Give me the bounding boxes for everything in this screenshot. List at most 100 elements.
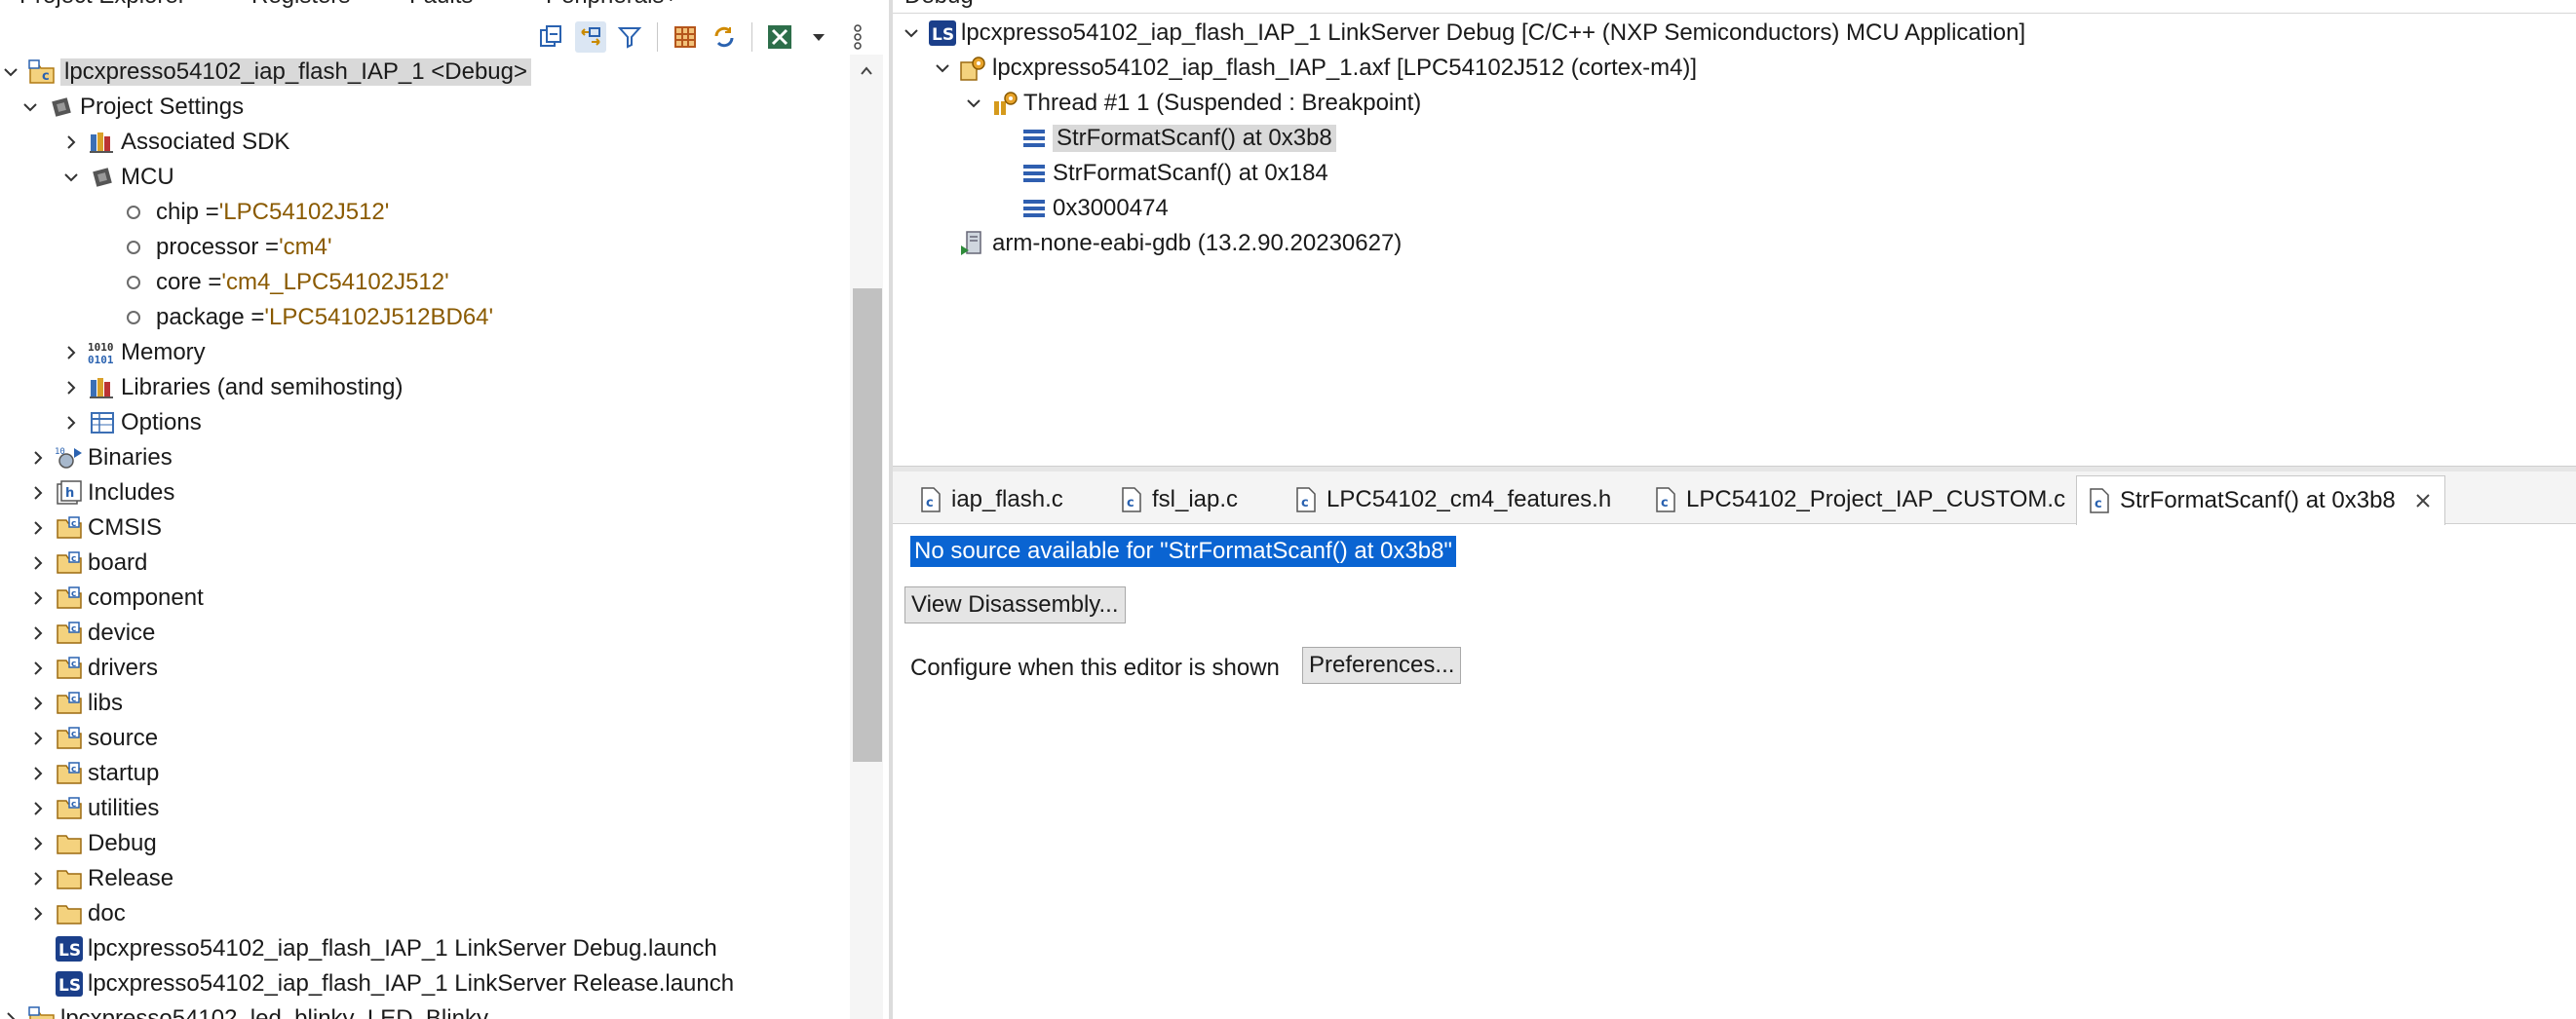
- stack-frame-item[interactable]: StrFormatScanf() at 0x3b8: [1019, 121, 1336, 156]
- tab-debug[interactable]: Debug: [904, 0, 974, 10]
- close-icon[interactable]: [2413, 491, 2433, 510]
- tree-item-libraries[interactable]: Libraries (and semihosting): [60, 370, 403, 405]
- tree-item-options[interactable]: Options: [60, 405, 202, 440]
- chevron-right-icon[interactable]: [27, 623, 49, 644]
- chevron-right-icon[interactable]: [27, 447, 49, 469]
- tree-item-includes[interactable]: h Includes: [27, 475, 174, 510]
- tree-item-label: lpcxpresso54102_iap_flash_IAP_1 LinkServ…: [88, 935, 717, 962]
- tree-item-associated-sdk[interactable]: Associated SDK: [60, 125, 289, 160]
- chevron-right-icon[interactable]: [27, 728, 49, 749]
- tab-peripherals[interactable]: Peripherals+: [546, 0, 677, 10]
- chevron-right-icon[interactable]: [27, 517, 49, 539]
- tree-item-utilities[interactable]: c utilities: [27, 791, 159, 826]
- collapse-all-icon[interactable]: [536, 21, 567, 53]
- tab-project-explorer[interactable]: Project Explorer: [19, 0, 186, 10]
- scrollbar-thumb[interactable]: [853, 288, 882, 762]
- mcu-settings-icon[interactable]: [764, 21, 795, 53]
- svg-text:c: c: [71, 765, 76, 774]
- chevron-down-icon[interactable]: [901, 22, 922, 44]
- source-folder-icon: c: [55, 795, 84, 822]
- tree-item-release-launch[interactable]: LS lpcxpresso54102_iap_flash_IAP_1 LinkS…: [55, 966, 734, 1001]
- chevron-right-icon[interactable]: [27, 763, 49, 784]
- chevron-down-icon[interactable]: [963, 93, 984, 114]
- chevron-down-icon[interactable]: [19, 96, 41, 118]
- tree-item-startup[interactable]: c startup: [27, 756, 159, 791]
- scroll-up-icon[interactable]: [850, 55, 883, 88]
- c-file-icon: c: [1121, 487, 1142, 512]
- tree-item-binaries[interactable]: 10 Binaries: [27, 440, 173, 475]
- debug-thread-item[interactable]: Thread #1 1 (Suspended : Breakpoint): [963, 86, 1421, 121]
- tree-item-drivers[interactable]: c drivers: [27, 651, 158, 686]
- tree-item-project-settings[interactable]: Project Settings: [19, 90, 244, 125]
- stack-frame-item[interactable]: 0x3000474: [1019, 191, 1169, 226]
- tree-item-device[interactable]: c device: [27, 616, 155, 651]
- tree-item-debug-folder[interactable]: Debug: [27, 826, 157, 861]
- memory-binary-icon: 1010 0101: [88, 339, 117, 366]
- kebab-menu-icon[interactable]: [842, 21, 873, 53]
- tree-item-doc-folder[interactable]: doc: [27, 896, 126, 931]
- tree-item-board[interactable]: c board: [27, 546, 147, 581]
- sync-icon[interactable]: [709, 21, 740, 53]
- tree-item-led-blinky-project[interactable]: lpcxpresso54102_led_blinky_LED_Blinky: [0, 1001, 488, 1019]
- chevron-right-icon[interactable]: [60, 342, 82, 363]
- svg-text:c: c: [71, 660, 76, 669]
- property-processor[interactable]: processor = 'cm4': [127, 230, 332, 265]
- view-menu-icon[interactable]: [803, 21, 834, 53]
- tree-item-libs[interactable]: c libs: [27, 686, 123, 721]
- tree-item-label: Options: [121, 409, 202, 435]
- tree-item-release-folder[interactable]: Release: [27, 861, 173, 896]
- linkserver-icon: LS: [55, 935, 84, 962]
- property-core[interactable]: core = 'cm4_LPC54102J512': [127, 265, 449, 300]
- editor-tab-strformatscanf[interactable]: c StrFormatScanf() at 0x3b8: [2076, 475, 2445, 525]
- tree-item-label: utilities: [88, 795, 160, 821]
- tree-item-debug-launch[interactable]: LS lpcxpresso54102_iap_flash_IAP_1 LinkS…: [55, 931, 717, 966]
- property-package[interactable]: package = 'LPC54102J512BD64': [127, 300, 493, 335]
- tree-item-mcu[interactable]: MCU: [60, 160, 174, 195]
- source-folder-icon: c: [55, 655, 84, 682]
- tree-item-memory[interactable]: 1010 0101 Memory: [60, 335, 206, 370]
- property-chip[interactable]: chip = 'LPC54102J512': [127, 195, 389, 230]
- project-tree-scrollbar[interactable]: [850, 55, 883, 1019]
- chevron-down-icon[interactable]: [0, 61, 21, 83]
- chevron-right-icon[interactable]: [27, 868, 49, 889]
- chevron-right-icon[interactable]: [27, 658, 49, 679]
- includes-icon: h: [55, 479, 84, 507]
- chevron-right-icon[interactable]: [60, 132, 82, 153]
- tree-item-cmsis[interactable]: c CMSIS: [27, 510, 162, 546]
- view-disassembly-button[interactable]: View Disassembly...: [904, 586, 1126, 623]
- filter-icon[interactable]: [614, 21, 645, 53]
- tree-item-project[interactable]: c lpcxpresso54102_iap_flash_IAP_1 <Debug…: [0, 55, 532, 90]
- tree-item-source[interactable]: c source: [27, 721, 158, 756]
- preferences-button[interactable]: Preferences...: [1302, 647, 1462, 684]
- editor-tab-iap-flash[interactable]: c iap_flash.c: [908, 475, 1075, 524]
- source-folder-icon: c: [55, 585, 84, 612]
- svg-text:c: c: [71, 554, 76, 564]
- c-file-icon: c: [1655, 487, 1676, 512]
- chevron-right-icon[interactable]: [27, 552, 49, 574]
- chevron-right-icon[interactable]: [0, 1008, 21, 1019]
- tree-item-label: Libraries (and semihosting): [121, 374, 404, 400]
- chevron-right-icon[interactable]: [60, 377, 82, 398]
- debug-gdb-item[interactable]: arm-none-eabi-gdb (13.2.90.20230627): [959, 226, 1402, 261]
- chevron-right-icon[interactable]: [27, 482, 49, 504]
- chevron-down-icon[interactable]: [932, 57, 953, 79]
- debug-launch-item[interactable]: LS lpcxpresso54102_iap_flash_IAP_1 LinkS…: [901, 16, 2025, 51]
- grid-icon[interactable]: [670, 21, 701, 53]
- editor-tab-features-h[interactable]: c LPC54102_cm4_features.h: [1284, 475, 1623, 524]
- chevron-right-icon[interactable]: [27, 587, 49, 609]
- debug-process-item[interactable]: lpcxpresso54102_iap_flash_IAP_1.axf [LPC…: [932, 51, 1697, 86]
- chevron-right-icon[interactable]: [27, 798, 49, 819]
- project-explorer-panel: Project Explorer Registers Faults Periph…: [0, 0, 893, 1019]
- chevron-down-icon[interactable]: [60, 167, 82, 188]
- chevron-right-icon[interactable]: [27, 903, 49, 925]
- tab-registers[interactable]: Registers: [251, 0, 350, 10]
- link-with-editor-icon[interactable]: [575, 21, 606, 53]
- tab-faults[interactable]: Faults: [409, 0, 473, 10]
- chevron-right-icon[interactable]: [60, 412, 82, 434]
- chevron-right-icon[interactable]: [27, 693, 49, 714]
- stack-frame-item[interactable]: StrFormatScanf() at 0x184: [1019, 156, 1328, 191]
- chevron-right-icon[interactable]: [27, 833, 49, 854]
- editor-tab-fsl-iap[interactable]: c fsl_iap.c: [1109, 475, 1250, 524]
- editor-tab-project-custom[interactable]: c LPC54102_Project_IAP_CUSTOM.c: [1643, 475, 2077, 524]
- tree-item-component[interactable]: c component: [27, 581, 204, 616]
